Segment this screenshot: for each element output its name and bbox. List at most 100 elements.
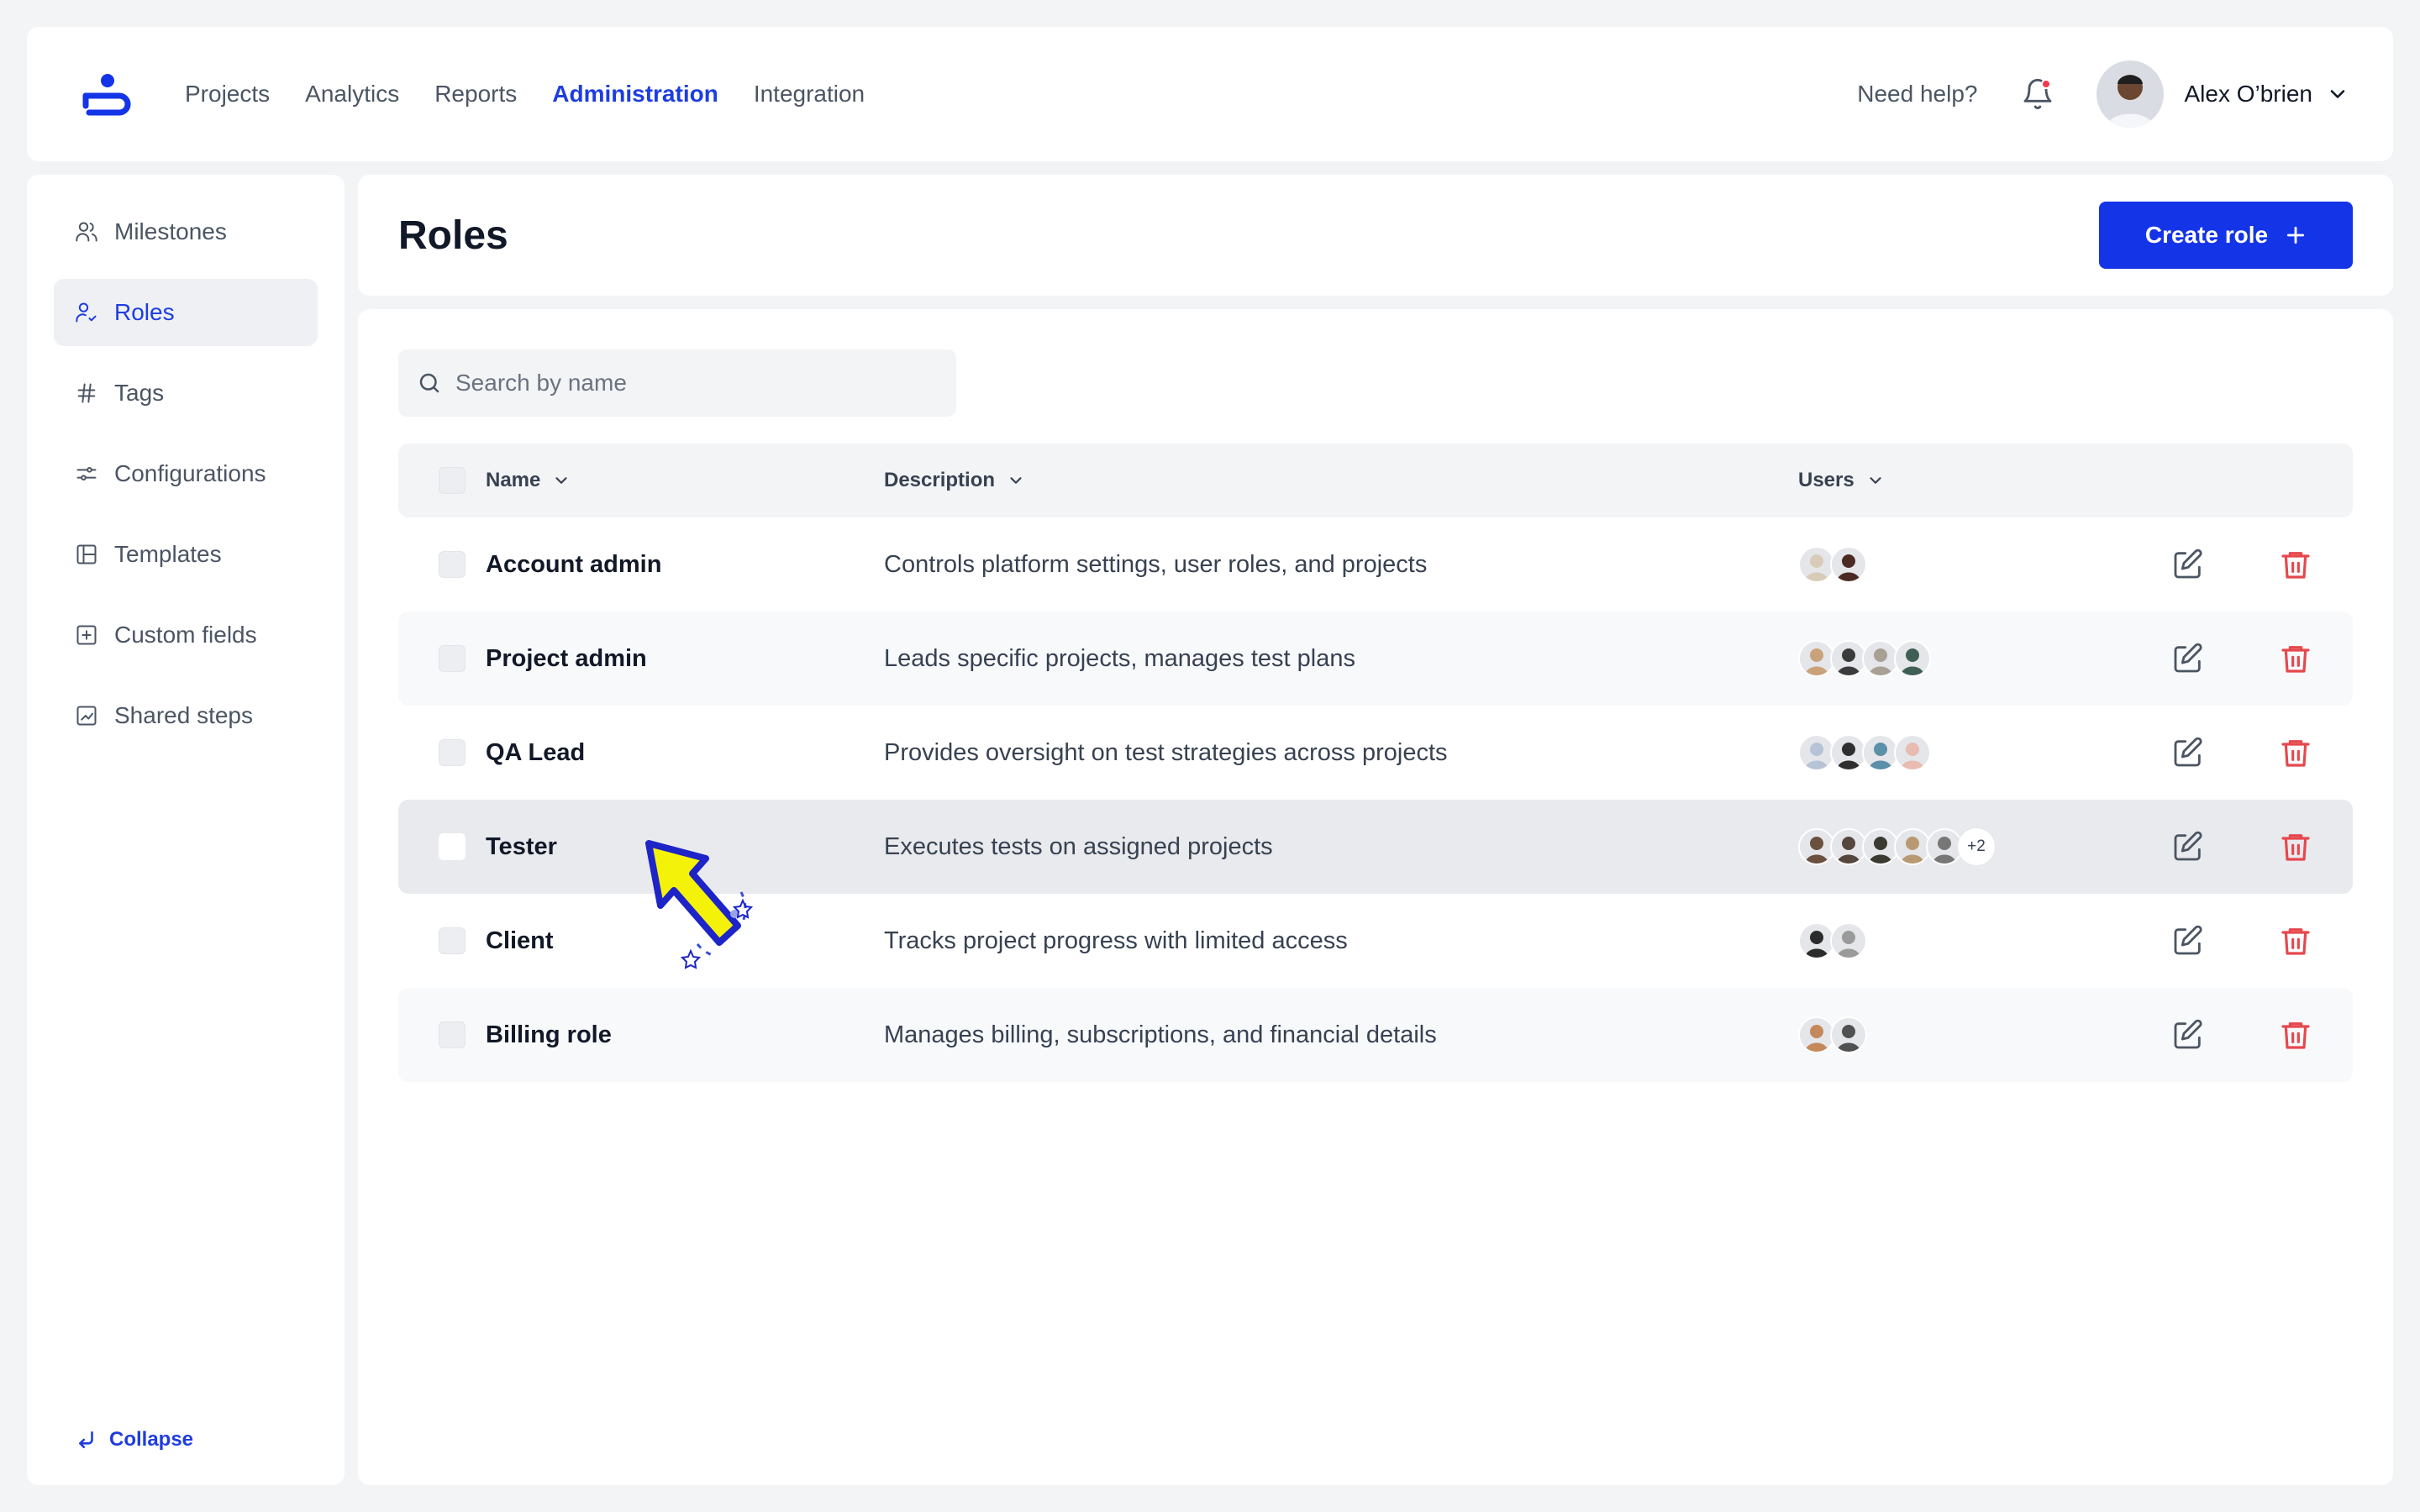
sidebar-item-tags[interactable]: Tags — [54, 360, 318, 427]
sliders-icon — [74, 461, 99, 486]
column-users-label: Users — [1798, 469, 1854, 491]
user-avatar[interactable] — [1830, 1016, 1867, 1053]
user-avatar[interactable] — [1894, 640, 1931, 677]
search-input[interactable] — [455, 370, 926, 396]
column-users[interactable]: Users — [1798, 444, 1885, 517]
notifications-button[interactable] — [2021, 77, 2054, 111]
trash-icon — [2281, 552, 2310, 579]
delete-role-button[interactable] — [2279, 548, 2312, 581]
user-avatar[interactable] — [1894, 734, 1931, 771]
users-icon — [74, 219, 99, 244]
edit-role-button[interactable] — [2171, 736, 2205, 769]
role-users — [1798, 546, 1867, 583]
user-name[interactable]: Alex O’brien — [2184, 81, 2312, 108]
chevron-down-icon — [555, 477, 567, 484]
column-description-label: Description — [884, 469, 996, 491]
sidebar-item-shared-steps[interactable]: Shared steps — [54, 682, 318, 749]
role-description: Tracks project progress with limited acc… — [884, 927, 1348, 954]
edit-role-button[interactable] — [2171, 1018, 2205, 1052]
create-role-button[interactable]: Create role — [2099, 202, 2353, 269]
hash-icon — [74, 381, 99, 406]
sidebar-item-templates[interactable]: Templates — [54, 521, 318, 588]
role-users — [1798, 922, 1867, 959]
row-checkbox[interactable] — [439, 1021, 466, 1048]
main-nav: Projects Analytics Reports Administration In… — [185, 81, 865, 108]
more-users-badge[interactable]: +2 — [1958, 828, 1995, 865]
trash-icon — [2281, 646, 2310, 673]
role-users — [1798, 640, 1931, 677]
role-description: Controls platform settings, user roles, … — [884, 550, 1428, 578]
search-box[interactable] — [398, 349, 956, 417]
edit-role-button[interactable] — [2171, 924, 2205, 958]
role-name: Account admin — [486, 550, 662, 578]
table-row[interactable]: Billing role Manages billing, subscriptio… — [398, 988, 2353, 1082]
column-name[interactable]: Name — [486, 444, 571, 517]
table-row[interactable]: QA Lead Provides oversight on test strate… — [398, 706, 2353, 800]
role-name: Tester — [486, 832, 557, 860]
trash-icon — [2281, 740, 2310, 767]
edit-role-button[interactable] — [2171, 642, 2205, 675]
plus-square-icon — [74, 622, 99, 648]
row-checkbox[interactable] — [439, 551, 466, 578]
edit-role-button[interactable] — [2171, 548, 2205, 581]
role-name: Client — [486, 927, 554, 954]
cursor-arrow-icon — [645, 840, 754, 969]
nav-item-projects[interactable]: Projects — [185, 81, 270, 108]
sidebar: Milestones Roles Tags Configurations Templat… — [27, 175, 345, 1485]
collapse-label: Collapse — [109, 1428, 194, 1451]
delete-role-button[interactable] — [2279, 830, 2312, 864]
sidebar-item-configurations[interactable]: Configurations — [54, 440, 318, 507]
trash-icon — [2281, 1022, 2310, 1049]
user-avatar[interactable] — [1830, 922, 1867, 959]
create-role-label: Create role — [2144, 222, 2269, 248]
page-title: Roles — [398, 213, 508, 258]
help-link[interactable]: Need help? — [1857, 81, 1977, 108]
delete-role-button[interactable] — [2279, 642, 2312, 675]
sidebar-item-roles[interactable]: Roles — [54, 279, 318, 346]
chevron-down-icon[interactable] — [2326, 82, 2349, 106]
nav-item-reports[interactable]: Reports — [434, 81, 517, 108]
table-row[interactable]: Project admin Leads specific projects, ma… — [398, 612, 2353, 706]
select-all-checkbox[interactable] — [439, 467, 466, 494]
sidebar-item-label: Milestones — [114, 218, 227, 244]
table-header: Name Description Users — [398, 444, 2353, 517]
sidebar-item-label: Shared steps — [114, 702, 253, 728]
nav-item-analytics[interactable]: Analytics — [305, 81, 399, 108]
delete-role-button[interactable] — [2279, 1018, 2312, 1052]
column-name-label: Name — [486, 469, 541, 491]
avatar[interactable] — [2096, 60, 2165, 128]
delete-role-button[interactable] — [2279, 924, 2312, 958]
table-row[interactable]: Account admin Controls platform settings,… — [398, 517, 2353, 612]
plus-icon — [2287, 226, 2305, 244]
row-checkbox[interactable] — [439, 739, 466, 766]
edit-role-button[interactable] — [2171, 830, 2205, 864]
edit-icon — [2174, 643, 2202, 673]
role-users — [1798, 1016, 1867, 1053]
sidebar-item-label: Configurations — [114, 460, 266, 486]
trash-icon — [2281, 834, 2310, 861]
edit-icon — [2174, 737, 2202, 767]
nav-item-integration[interactable]: Integration — [754, 81, 865, 108]
logo-icon[interactable] — [81, 72, 134, 116]
delete-role-button[interactable] — [2279, 736, 2312, 769]
collapse-button[interactable]: Collapse — [76, 1428, 193, 1452]
row-checkbox[interactable] — [439, 927, 466, 954]
page-header: Roles Create role — [358, 175, 2393, 296]
row-checkbox[interactable] — [439, 833, 466, 860]
role-description: Provides oversight on test strategies ac… — [884, 738, 1448, 766]
sidebar-item-milestones[interactable]: Milestones — [54, 198, 318, 265]
row-checkbox[interactable] — [439, 645, 466, 672]
sidebar-item-label: Templates — [114, 541, 222, 567]
nav-item-administration[interactable]: Administration — [552, 81, 718, 108]
chevron-down-icon — [1010, 477, 1022, 484]
sidebar-item-label: Custom fields — [114, 622, 257, 648]
chevron-down-icon — [1870, 477, 1881, 484]
sidebar-item-custom-fields[interactable]: Custom fields — [54, 601, 318, 669]
layout-icon — [74, 542, 99, 567]
top-bar: Projects Analytics Reports Administration In… — [27, 27, 2393, 161]
column-description[interactable]: Description — [884, 444, 1025, 517]
role-description: Manages billing, subscriptions, and fina… — [884, 1021, 1437, 1048]
edit-icon — [2174, 925, 2202, 955]
user-avatar[interactable] — [1830, 546, 1867, 583]
role-users: +2 — [1798, 828, 1995, 865]
